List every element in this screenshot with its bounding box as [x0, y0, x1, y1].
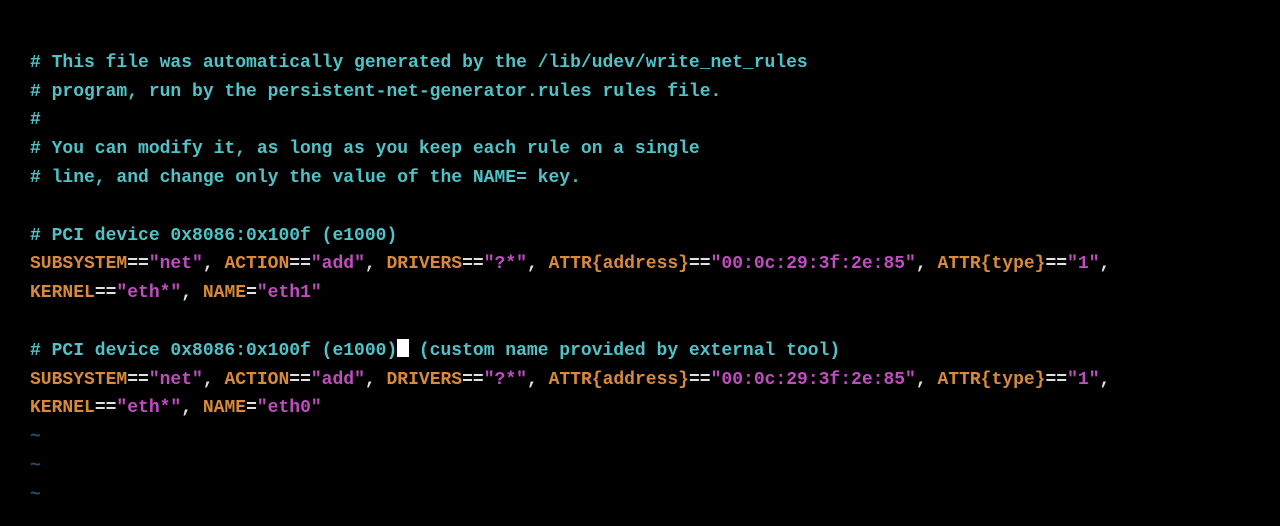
comment-line: # You can modify it, as long as you keep…	[30, 139, 700, 159]
comma: ,	[365, 370, 387, 390]
operator: ==	[1045, 370, 1067, 390]
comma: ,	[365, 254, 387, 274]
vi-tilde: ~	[30, 485, 41, 505]
action-value: "add"	[311, 254, 365, 274]
pci-comment-2b: (custom name provided by external tool)	[408, 341, 840, 361]
comma: ,	[916, 254, 938, 274]
comment-line: #	[30, 110, 41, 130]
pci-comment-2a: # PCI device 0x8086:0x100f (e1000)	[30, 341, 397, 361]
operator: ==	[462, 254, 484, 274]
operator: =	[246, 398, 257, 418]
subsystem-key: SUBSYSTEM	[30, 254, 127, 274]
comma: ,	[1100, 254, 1122, 274]
drivers-key: DRIVERS	[387, 370, 463, 390]
comma: ,	[916, 370, 938, 390]
name-value: "eth1"	[257, 283, 322, 303]
action-key: ACTION	[224, 370, 289, 390]
operator: ==	[127, 370, 149, 390]
terminal-editor[interactable]: # This file was automatically generated …	[30, 20, 1250, 510]
vi-tilde: ~	[30, 427, 41, 447]
comment-line: # program, run by the persistent-net-gen…	[30, 82, 721, 102]
kernel-key: KERNEL	[30, 398, 95, 418]
operator: ==	[462, 370, 484, 390]
operator: ==	[95, 283, 117, 303]
comma: ,	[203, 254, 225, 274]
operator: ==	[127, 254, 149, 274]
attr-address-value: "00:0c:29:3f:2e:85"	[711, 254, 916, 274]
operator: ==	[1045, 254, 1067, 274]
name-key: NAME	[203, 283, 246, 303]
attr-type-key: ATTR{type}	[937, 370, 1045, 390]
operator: ==	[689, 254, 711, 274]
attr-type-value: "1"	[1067, 370, 1099, 390]
action-value: "add"	[311, 370, 365, 390]
attr-address-key: ATTR{address}	[549, 254, 689, 274]
attr-address-key: ATTR{address}	[549, 370, 689, 390]
name-key: NAME	[203, 398, 246, 418]
comma: ,	[527, 254, 549, 274]
vi-tilde: ~	[30, 456, 41, 476]
kernel-value: "eth*"	[116, 398, 181, 418]
drivers-key: DRIVERS	[387, 254, 463, 274]
attr-type-value: "1"	[1067, 254, 1099, 274]
subsystem-key: SUBSYSTEM	[30, 370, 127, 390]
kernel-key: KERNEL	[30, 283, 95, 303]
operator: ==	[289, 370, 311, 390]
subsystem-value: "net"	[149, 254, 203, 274]
comma: ,	[181, 283, 203, 303]
drivers-value: "?*"	[484, 370, 527, 390]
pci-comment-1: # PCI device 0x8086:0x100f (e1000)	[30, 226, 397, 246]
name-value: "eth0"	[257, 398, 322, 418]
action-key: ACTION	[224, 254, 289, 274]
attr-address-value: "00:0c:29:3f:2e:85"	[711, 370, 916, 390]
operator: ==	[289, 254, 311, 274]
subsystem-value: "net"	[149, 370, 203, 390]
kernel-value: "eth*"	[116, 283, 181, 303]
drivers-value: "?*"	[484, 254, 527, 274]
comma: ,	[1100, 370, 1122, 390]
comma: ,	[203, 370, 225, 390]
comment-line: # line, and change only the value of the…	[30, 168, 581, 188]
operator: ==	[95, 398, 117, 418]
comma: ,	[527, 370, 549, 390]
operator: ==	[689, 370, 711, 390]
comment-line: # This file was automatically generated …	[30, 53, 808, 73]
attr-type-key: ATTR{type}	[937, 254, 1045, 274]
comma: ,	[181, 398, 203, 418]
cursor-icon	[397, 337, 408, 366]
operator: =	[246, 283, 257, 303]
